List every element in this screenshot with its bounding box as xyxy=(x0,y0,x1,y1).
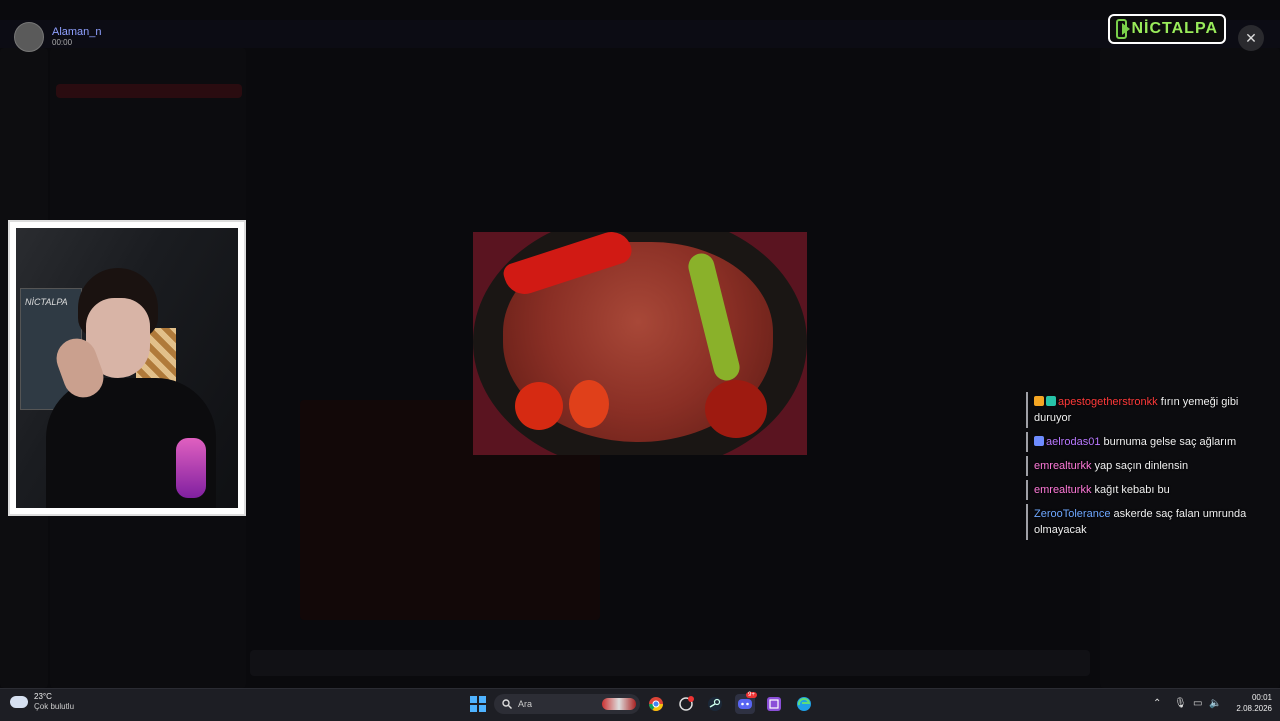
window-app-icon xyxy=(767,697,781,711)
chrome-icon xyxy=(649,697,663,711)
avatar xyxy=(14,22,44,52)
message-input-bar xyxy=(250,650,1090,676)
chat-text: burnuma gelse saç ağlarım xyxy=(1103,436,1237,448)
channel-logo: NİCTALPA xyxy=(1108,14,1226,44)
search-highlight-image xyxy=(602,698,636,710)
chat-text: yap saçın dinlensin xyxy=(1094,460,1189,472)
close-button[interactable]: ✕ xyxy=(1238,25,1264,51)
chat-message: ZerooTolerance askerde saç falan umrunda… xyxy=(1026,504,1266,540)
sidebar-banner xyxy=(56,84,242,98)
system-clock[interactable]: 00:01 2.08.2026 xyxy=(1224,692,1272,714)
app-button[interactable] xyxy=(676,694,696,714)
viewer-name: Alaman_n xyxy=(52,26,102,38)
food-image[interactable] xyxy=(473,232,807,455)
weather-widget[interactable]: 23°C Çok bulutlu xyxy=(10,692,74,712)
weather-condition: Çok bulutlu xyxy=(34,702,75,711)
search-label: Ara xyxy=(518,699,533,709)
chat-username: emrealturkk xyxy=(1034,484,1092,496)
discord-icon xyxy=(738,699,752,709)
chat-message: emrealturkk kağıt kebabı bu xyxy=(1026,480,1266,500)
close-icon: ✕ xyxy=(1245,29,1257,46)
notification-badge: 9+ xyxy=(746,692,757,698)
search-icon xyxy=(502,699,512,709)
viewer-profile[interactable]: Alaman_n 00:00 xyxy=(14,22,102,52)
chat-badge-icon xyxy=(1034,396,1044,406)
clock-date: 2.08.2026 xyxy=(1236,704,1272,713)
rgb-lamp xyxy=(176,438,206,498)
taskbar-search[interactable]: Ara xyxy=(494,694,640,714)
tomato xyxy=(515,382,563,430)
wifi-icon[interactable]: ▭ xyxy=(1193,698,1202,709)
mic-icon[interactable]: 🎙 xyxy=(1174,698,1187,709)
steam-button[interactable] xyxy=(705,694,725,714)
discord-button[interactable]: 9+ xyxy=(735,692,757,714)
stream-chat: apestogetherstronkk fırın yemeği gibi du… xyxy=(1026,392,1266,544)
app-button-2[interactable] xyxy=(764,694,784,714)
chat-text: kağıt kebabı bu xyxy=(1094,484,1170,496)
notification-bar xyxy=(0,20,1280,48)
temperature: 23°C xyxy=(34,692,52,701)
chat-username: aelrodas01 xyxy=(1046,436,1101,448)
edge-button[interactable] xyxy=(794,694,814,714)
clock-time: 00:01 xyxy=(1251,693,1272,702)
viewer-time: 00:00 xyxy=(52,38,73,47)
start-button[interactable] xyxy=(468,694,488,714)
chat-message: emrealturkk yap saçın dinlensin xyxy=(1026,456,1266,476)
poster-text: NİCTALPA xyxy=(25,297,68,307)
app-icon xyxy=(679,696,694,711)
cloud-icon xyxy=(10,696,28,708)
logo-text: NİCTALPA xyxy=(1131,20,1218,37)
windows-icon xyxy=(470,696,486,712)
chat-message: apestogetherstronkk fırın yemeği gibi du… xyxy=(1026,392,1266,428)
chat-message: aelrodas01 burnuma gelse saç ağlarım xyxy=(1026,432,1266,452)
tomato xyxy=(569,380,609,428)
steam-icon xyxy=(708,697,722,711)
edge-icon xyxy=(797,697,811,711)
speaker-icon[interactable]: 🔈 xyxy=(1209,698,1221,709)
chat-badge-icon xyxy=(1046,396,1056,406)
chevron-up-icon[interactable]: ⌃ xyxy=(1153,698,1161,709)
chrome-button[interactable] xyxy=(646,694,666,714)
taskbar xyxy=(0,688,1280,721)
play-icon xyxy=(1116,19,1131,39)
webcam-overlay: NİCTALPA xyxy=(10,222,244,514)
tomato xyxy=(705,380,767,438)
chat-username: ZerooTolerance xyxy=(1034,508,1111,520)
chat-badge-icon xyxy=(1034,436,1044,446)
member-list xyxy=(1100,48,1280,688)
chat-username: emrealturkk xyxy=(1034,460,1092,472)
chat-username: apestogetherstronkk xyxy=(1058,396,1158,408)
